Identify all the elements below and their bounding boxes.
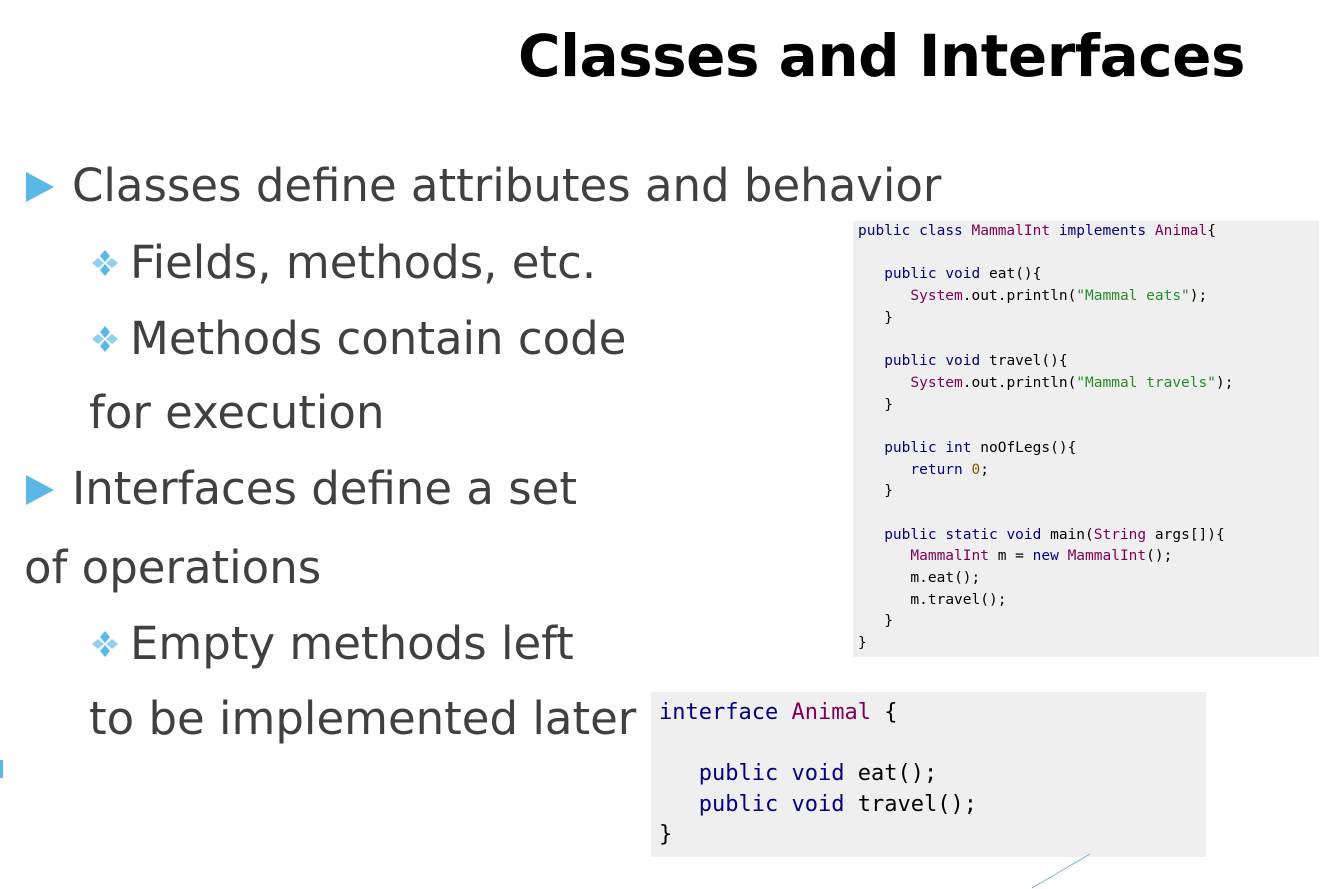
code-class-line <box>858 503 1319 525</box>
bullet-classes: Classes define attributes and behavior <box>72 159 942 212</box>
code-class-line: } <box>858 635 867 652</box>
code-class-line: System.out.println("Mammal travels"); <box>910 374 1234 391</box>
edge-decoration <box>0 760 3 778</box>
code-class-line: m.eat(); <box>910 570 981 586</box>
code-class-line <box>858 329 1319 351</box>
code-class-line: public void travel(){ <box>884 353 1068 370</box>
triangle-right-icon <box>26 475 54 505</box>
code-class-line: return 0; <box>910 461 989 478</box>
code-class-line: System.out.println("Mammal eats"); <box>910 288 1208 305</box>
decorative-line <box>1031 853 1091 889</box>
triangle-right-icon <box>26 172 54 202</box>
sub-bullet-fields: Fields, methods, etc. <box>130 236 597 289</box>
code-interface-line: public void eat(); <box>698 761 938 786</box>
sub-bullet-methods-line2: for execution <box>89 386 385 439</box>
bullet-interfaces-line2: of operations <box>24 541 322 594</box>
code-class-line: MammalInt m = new MammalInt(); <box>910 548 1173 565</box>
code-interface-line: } <box>659 822 673 847</box>
code-class-line: public class MammalInt implements Animal… <box>858 223 1216 239</box>
four-diamond-icon <box>92 326 118 352</box>
code-class-line: } <box>884 396 893 413</box>
code-class-line <box>858 243 1319 265</box>
bullet-interfaces-line1: Interfaces define a set <box>72 462 577 515</box>
code-class-line: public void eat(){ <box>884 266 1042 283</box>
sub-bullet-methods-line1: Methods contain code <box>130 312 627 365</box>
code-class-line: } <box>884 483 893 500</box>
four-diamond-icon <box>92 250 118 276</box>
code-class-line: public int noOfLegs(){ <box>884 439 1077 456</box>
code-interface-line <box>659 729 1206 760</box>
code-block-mammalint: public class MammalInt implements Animal… <box>853 221 1319 657</box>
code-class-line <box>858 416 1319 438</box>
code-class-line: m.travel(); <box>910 591 1007 608</box>
slide-title: Classes and Interfaces <box>518 22 1245 90</box>
sub-bullet-empty-line1: Empty methods left <box>130 617 574 670</box>
four-diamond-icon <box>92 631 118 657</box>
sub-bullet-empty-line2: to be implemented later <box>89 692 637 745</box>
code-block-animal-interface: interface Animal { public void eat(); pu… <box>651 692 1206 857</box>
slide: Classes and Interfaces Classes define at… <box>0 0 1324 889</box>
code-interface-line: public void travel(); <box>698 791 977 817</box>
code-interface-line: interface Animal { <box>659 700 898 725</box>
code-class-line: } <box>884 613 893 630</box>
code-class-line: public static void main(String args[]){ <box>884 526 1225 543</box>
code-class-line: } <box>884 309 893 326</box>
